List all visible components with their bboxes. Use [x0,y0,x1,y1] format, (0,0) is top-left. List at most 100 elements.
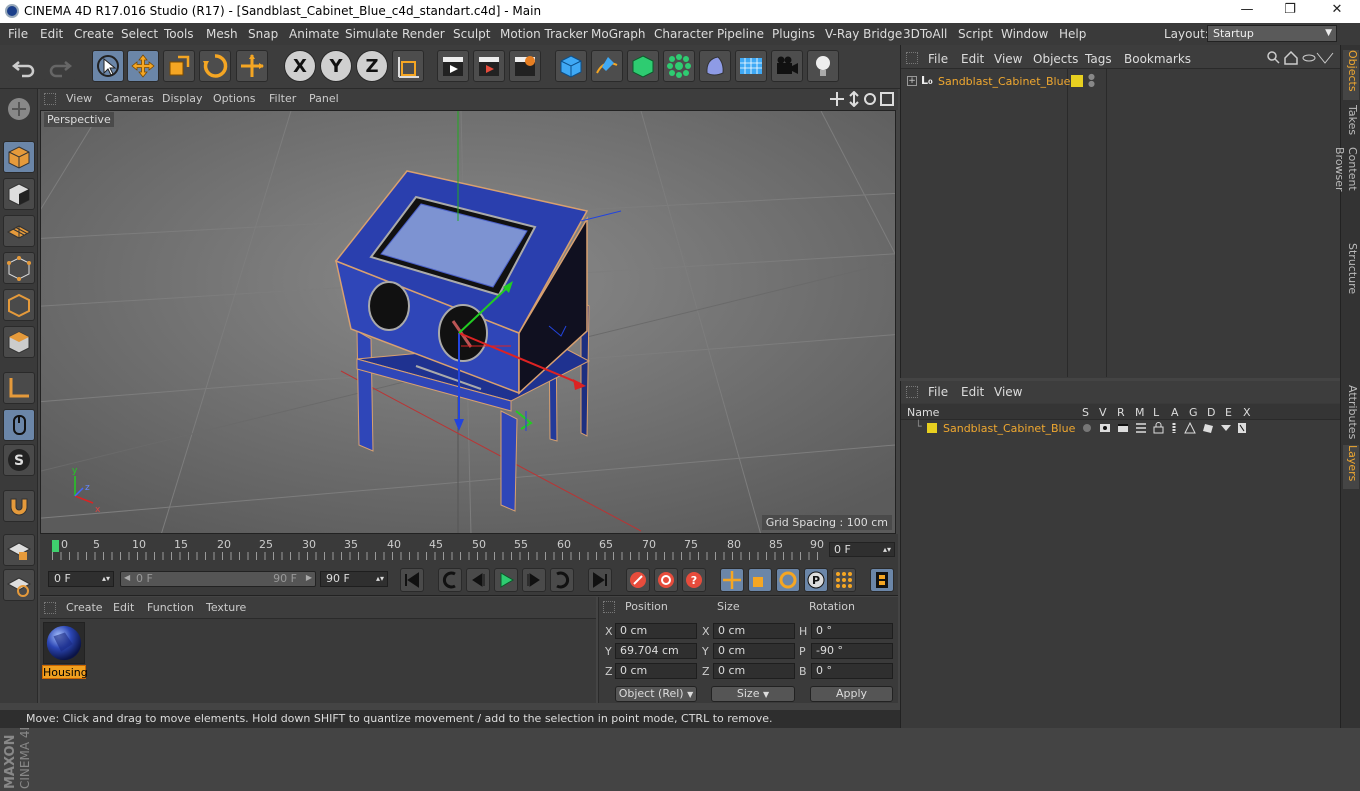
move-tool-button[interactable] [127,50,159,82]
layer-col-render[interactable]: R [1117,406,1125,419]
scale-tool-button[interactable] [163,50,195,82]
previous-key-button[interactable] [438,568,462,592]
viewport-menu-view[interactable]: View [66,92,92,105]
expand-icon[interactable]: + [907,76,917,86]
add-generator-button[interactable] [627,50,659,82]
add-array-button[interactable] [663,50,695,82]
add-light-button[interactable] [807,50,839,82]
layer-col-name[interactable]: Name [907,406,939,419]
planar-workplane-button[interactable] [3,569,35,601]
add-cube-button[interactable] [555,50,587,82]
autokeying-button[interactable] [654,568,678,592]
menu-animate[interactable]: Animate [289,27,339,41]
apply-button[interactable]: Apply [810,686,893,702]
viewport-nav-icons[interactable] [830,91,896,107]
layer-toggle-icons[interactable] [1083,422,1253,434]
visibility-dots-icon[interactable]: ● ● [1088,73,1095,89]
material-thumbnail[interactable] [43,622,85,664]
spinner-arrows-icon[interactable]: ▴▾ [102,572,110,586]
add-camera-button[interactable] [771,50,803,82]
model-mode-button[interactable] [3,141,35,173]
timeline-window-button[interactable] [870,568,894,592]
next-key-button[interactable] [550,568,574,592]
next-frame-button[interactable] [522,568,546,592]
size-mode-select[interactable]: Size ▼ [711,686,795,702]
range-left-arrow-icon[interactable]: ◀ [124,573,130,582]
layer-col-animation[interactable]: A [1171,406,1179,419]
viewport-menu-cameras[interactable]: Cameras [105,92,154,105]
position-x-field[interactable]: 0 cm [615,623,697,639]
size-x-field[interactable]: 0 cm [713,623,795,639]
layer-col-manager[interactable]: M [1135,406,1145,419]
object-manager-tools[interactable] [1267,51,1339,65]
rotate-tool-button[interactable] [199,50,231,82]
tab-objects[interactable]: Objects [1343,50,1359,100]
menu-motion-tracker[interactable]: Motion Tracker [500,27,588,41]
menu-3dtoall[interactable]: 3DToAll [903,27,947,41]
x-axis-lock-button[interactable]: X [284,50,316,82]
object-menu-file[interactable]: File [928,52,948,66]
tab-content-browser[interactable]: Content Browser [1333,147,1359,237]
close-button[interactable]: ✕ [1322,2,1352,20]
object-name[interactable]: Sandblast_Cabinet_Blue [938,75,1070,88]
viewport-menu-display[interactable]: Display [162,92,203,105]
make-editable-button[interactable] [3,93,35,125]
tab-structure[interactable]: Structure [1343,243,1359,295]
coordinate-system-button[interactable] [392,50,424,82]
layer-col-view[interactable]: V [1099,406,1107,419]
go-to-start-button[interactable] [400,568,424,592]
menu-plugins[interactable]: Plugins [772,27,815,41]
menu-file[interactable]: File [8,27,28,41]
rotation-h-field[interactable]: 0 ° [811,623,893,639]
viewport-menu-panel[interactable]: Panel [309,92,339,105]
go-to-end-button[interactable] [588,568,612,592]
size-z-field[interactable]: 0 cm [713,663,795,679]
menu-pipeline[interactable]: Pipeline [717,27,764,41]
tab-attributes[interactable]: Attributes [1343,385,1359,441]
transform-tool-button[interactable] [236,50,268,82]
layer-color-swatch[interactable] [927,423,937,433]
current-frame-field[interactable]: 0 F ▴▾ [829,542,895,557]
keyframe-selection-button[interactable]: ? [682,568,706,592]
menu-character[interactable]: Character [654,27,713,41]
z-axis-lock-button[interactable]: Z [356,50,388,82]
previous-frame-button[interactable] [466,568,490,592]
object-menu-objects[interactable]: Objects [1033,52,1078,66]
material-menu-texture[interactable]: Texture [206,601,246,614]
solo-mode-button[interactable]: S [3,444,35,476]
menu-mograph[interactable]: MoGraph [591,27,646,41]
layout-select[interactable]: Startup ▼ [1207,25,1337,42]
playhead-marker[interactable] [52,540,59,552]
tweak-mode-button[interactable] [3,409,35,441]
y-axis-lock-button[interactable]: Y [320,50,352,82]
tab-layers[interactable]: Layers [1343,445,1359,489]
rotation-b-field[interactable]: 0 ° [811,663,893,679]
spinner-arrows-icon[interactable]: ▴▾ [376,572,384,586]
redo-button[interactable] [44,50,76,82]
point-level-key-button[interactable] [832,568,856,592]
menu-help[interactable]: Help [1059,27,1086,41]
layer-row[interactable]: └ Sandblast_Cabinet_Blue [901,420,1341,437]
render-to-picture-viewer-button[interactable] [473,50,505,82]
menu-create[interactable]: Create [74,27,114,41]
material-name-label[interactable]: Housing [42,665,88,679]
object-menu-tags[interactable]: Tags [1085,52,1112,66]
layer-col-expressions[interactable]: E [1225,406,1232,419]
menu-vray-bridge[interactable]: V-Ray Bridge [825,27,902,41]
add-spline-button[interactable] [591,50,623,82]
menu-mesh[interactable]: Mesh [206,27,238,41]
position-key-button[interactable] [720,568,744,592]
3d-viewport[interactable]: y x z Perspective Grid Spacing : 100 cm [40,110,896,534]
object-row[interactable]: + L₀ Sandblast_Cabinet_Blue ● ● [905,73,1337,91]
layer-name[interactable]: Sandblast_Cabinet_Blue [943,422,1075,435]
workplane-lock-button[interactable] [3,534,35,566]
layer-menu-edit[interactable]: Edit [961,385,984,399]
spinner-arrows-icon[interactable]: ▴▾ [883,543,891,556]
parameter-key-button[interactable]: P [804,568,828,592]
render-view-button[interactable] [437,50,469,82]
viewport-menu-filter[interactable]: Filter [269,92,296,105]
layer-col-solo[interactable]: S [1082,406,1089,419]
start-frame-field[interactable]: 0 F ▴▾ [48,571,114,587]
tab-takes[interactable]: Takes [1343,105,1359,143]
undo-button[interactable] [8,50,40,82]
